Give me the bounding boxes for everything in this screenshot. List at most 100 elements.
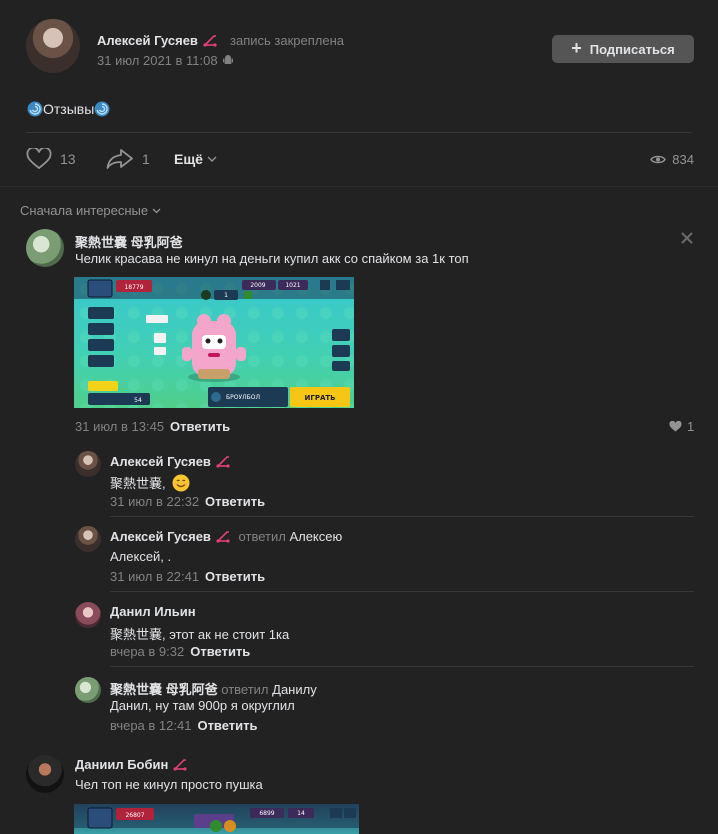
comment-text: Данил, ну там 900р я округлил bbox=[110, 698, 295, 713]
pinned-label: запись закреплена bbox=[230, 33, 344, 48]
trophy-count: 18779 bbox=[124, 284, 143, 291]
like-count: 13 bbox=[60, 151, 76, 167]
coins-count: 14 bbox=[297, 810, 305, 817]
reply-button[interactable]: Ответить bbox=[205, 494, 265, 509]
comment-text: Алексей, . bbox=[110, 549, 172, 564]
comment-avatar[interactable] bbox=[26, 229, 64, 267]
chevron-down-icon bbox=[207, 156, 217, 162]
coins-count: 1021 bbox=[285, 282, 300, 289]
comment-date[interactable]: 31 июл в 22:32 bbox=[110, 494, 199, 509]
smiling-face-emoji-icon bbox=[172, 474, 190, 492]
comment-avatar[interactable] bbox=[75, 677, 101, 703]
close-icon[interactable] bbox=[680, 231, 694, 245]
share-arrow-icon bbox=[106, 149, 133, 169]
game-scene: 26807 6899 14 bbox=[74, 804, 359, 832]
comment-author[interactable]: Данил Ильин bbox=[110, 604, 196, 619]
replied-to-name[interactable]: Данилу bbox=[272, 682, 317, 697]
comment-meta: 31 июл в 22:32 Ответить bbox=[110, 494, 265, 509]
post-author[interactable]: Алексей Гусяев bbox=[97, 33, 218, 48]
more-button[interactable]: Ещё bbox=[174, 146, 217, 172]
comment-avatar[interactable] bbox=[75, 526, 101, 552]
divider bbox=[26, 132, 692, 133]
subscribe-button[interactable]: + Подписаться bbox=[552, 35, 694, 63]
author-avatar[interactable] bbox=[26, 19, 80, 73]
comment-meta: 31 июл в 13:45 Ответить bbox=[75, 419, 230, 434]
post-author-name[interactable]: Алексей Гусяев bbox=[97, 33, 198, 48]
comment-text-content: 聚熱世嚢, bbox=[110, 476, 170, 491]
more-label: Ещё bbox=[174, 151, 203, 167]
cyclone-emoji-icon bbox=[27, 101, 43, 117]
reply-button[interactable]: Ответить bbox=[205, 569, 265, 584]
scooter-icon bbox=[216, 456, 230, 468]
comment-author[interactable]: Алексей Гусяев ответил Алексею bbox=[110, 529, 342, 544]
post-card: Алексей Гусяев запись закреплена 31 июл … bbox=[0, 0, 718, 186]
comment-text: 聚熱世嚢, bbox=[110, 473, 190, 492]
replied-to: ответил Алексею bbox=[235, 529, 343, 544]
cyclone-emoji-icon bbox=[94, 101, 110, 117]
comment-date[interactable]: 31 июл в 22:41 bbox=[110, 569, 199, 584]
comment-date[interactable]: вчера в 12:41 bbox=[110, 718, 191, 733]
comment-avatar[interactable] bbox=[75, 451, 101, 477]
sort-dropdown[interactable]: Сначала интересные bbox=[20, 203, 161, 218]
comment-text: 聚熱世嚢, этот ак не стоит 1ка bbox=[110, 627, 290, 642]
replied-label: ответил bbox=[238, 529, 286, 544]
comment-text: Челик красава не кинул на деньги купил а… bbox=[75, 251, 469, 266]
scooter-icon bbox=[173, 759, 187, 771]
heart-icon bbox=[26, 148, 52, 170]
views-counter: 834 bbox=[650, 146, 694, 172]
eye-icon bbox=[650, 155, 667, 163]
comment-like-button[interactable]: 1 bbox=[669, 419, 694, 434]
comment-author[interactable]: Даниил Бобин bbox=[75, 757, 188, 772]
scooter-icon bbox=[203, 35, 217, 47]
comment-author[interactable]: 聚熱世嚢 母乳阿爸 bbox=[75, 232, 183, 251]
scooter-icon bbox=[216, 531, 230, 543]
post-date-text[interactable]: 31 июл 2021 в 11:08 bbox=[97, 53, 218, 68]
divider bbox=[110, 516, 694, 517]
chest-count: 54 bbox=[134, 397, 142, 404]
attached-game-screenshot[interactable]: 18779 2009 1021 1 54 БРОУЛБОЛ ИГРАТЬ bbox=[74, 277, 354, 408]
gems-count: 2009 bbox=[250, 282, 265, 289]
comment-avatar[interactable] bbox=[26, 755, 64, 793]
divider bbox=[110, 666, 694, 667]
comment-like-count: 1 bbox=[687, 419, 695, 434]
subscribe-label: Подписаться bbox=[589, 41, 675, 57]
attached-game-screenshot[interactable]: 26807 6899 14 bbox=[74, 804, 359, 834]
comment-date[interactable]: вчера в 9:32 bbox=[110, 644, 184, 659]
android-icon bbox=[222, 55, 233, 64]
comment-author[interactable]: Алексей Гусяев bbox=[110, 454, 231, 469]
divider bbox=[110, 591, 694, 592]
reply-button[interactable]: Ответить bbox=[190, 644, 250, 659]
comment-text: Чел топ не кинул просто пушка bbox=[75, 777, 263, 792]
comment-avatar[interactable] bbox=[75, 602, 101, 628]
comment-author-name[interactable]: Алексей Гусяев bbox=[110, 529, 211, 544]
heart-icon bbox=[669, 421, 682, 432]
comment-meta: вчера в 9:32 Ответить bbox=[110, 644, 250, 659]
brawler-level: 1 bbox=[224, 292, 228, 299]
reply-button[interactable]: Ответить bbox=[197, 718, 257, 733]
replied-to-name[interactable]: Алексею bbox=[289, 529, 342, 544]
comment-author-name[interactable]: Даниил Бобин bbox=[75, 757, 168, 772]
chevron-down-icon bbox=[152, 208, 161, 213]
comment-meta: 31 июл в 22:41 Ответить bbox=[110, 569, 265, 584]
reply-button[interactable]: Ответить bbox=[170, 419, 230, 434]
post-text-content: Отзывы bbox=[43, 101, 95, 117]
share-count: 1 bbox=[142, 151, 150, 167]
trophy-count: 26807 bbox=[125, 812, 144, 819]
game-scene: 18779 2009 1021 1 54 БРОУЛБОЛ ИГРАТЬ bbox=[74, 277, 354, 408]
game-mode-name: БРОУЛБОЛ bbox=[226, 394, 260, 401]
replied-label: ответил bbox=[221, 682, 269, 697]
comment-author-name[interactable]: 聚熱世嚢 母乳阿爸 bbox=[110, 682, 218, 697]
replied-to: ответил Данилу bbox=[221, 682, 316, 697]
comment-author-name[interactable]: Алексей Гусяев bbox=[110, 454, 211, 469]
comment-meta: вчера в 12:41 Ответить bbox=[110, 718, 258, 733]
share-button[interactable]: 1 bbox=[106, 146, 150, 172]
post-text: Отзывы bbox=[27, 101, 110, 117]
post-date[interactable]: 31 июл 2021 в 11:08 bbox=[97, 53, 233, 68]
plus-icon: + bbox=[571, 38, 582, 58]
views-count: 834 bbox=[672, 151, 694, 167]
comment-author[interactable]: 聚熱世嚢 母乳阿爸 ответил Данилу bbox=[110, 679, 317, 698]
post-actions: 13 1 Ещё 834 bbox=[26, 146, 694, 172]
sort-label: Сначала интересные bbox=[20, 203, 149, 218]
like-button[interactable]: 13 bbox=[26, 146, 76, 172]
comment-date[interactable]: 31 июл в 13:45 bbox=[75, 419, 164, 434]
